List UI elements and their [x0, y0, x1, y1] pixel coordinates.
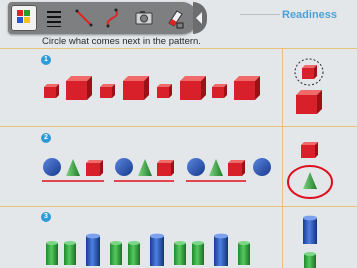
blue-cylinder [214, 233, 228, 266]
line-tool-icon[interactable] [71, 5, 97, 31]
large-cube [123, 76, 149, 100]
pattern-row-1 [44, 76, 260, 100]
large-cube [234, 76, 260, 100]
green-cylinder [238, 241, 250, 265]
blue-cylinder [150, 233, 164, 266]
camera-icon[interactable] [131, 5, 157, 31]
shapes-scene [42, 58, 333, 268]
eraser-icon[interactable] [161, 5, 187, 31]
choices-1[interactable] [294, 58, 324, 114]
cube [157, 160, 174, 176]
cone [138, 159, 152, 176]
worksheet-page: Readiness Circle what comes next in the … [0, 0, 357, 268]
small-cube [157, 84, 172, 98]
green-cylinder [128, 241, 140, 265]
pattern-row-2 [42, 158, 271, 182]
chevron-left-icon [196, 12, 202, 24]
small-cube-choice[interactable] [302, 65, 317, 79]
cone [209, 159, 223, 176]
annotation-toolbar [8, 2, 198, 34]
large-cube [66, 76, 92, 100]
sphere [253, 158, 271, 176]
blue-cylinder-choice[interactable] [303, 215, 317, 244]
choices-3[interactable] [303, 215, 317, 268]
small-cube [212, 84, 227, 98]
green-cylinder [110, 241, 122, 265]
cube [228, 160, 245, 176]
sphere [115, 158, 133, 176]
color-palette-icon[interactable] [11, 5, 37, 31]
choices-2[interactable] [287, 142, 333, 199]
menu-lines-icon[interactable] [41, 5, 67, 31]
green-cylinder [64, 241, 76, 265]
small-cube [100, 84, 115, 98]
large-cube-choice[interactable] [296, 90, 322, 114]
sphere [187, 158, 205, 176]
large-cube [180, 76, 206, 100]
cube [86, 160, 103, 176]
green-cylinder [192, 241, 204, 265]
blue-cylinder [86, 233, 100, 266]
sphere [43, 158, 61, 176]
small-cube [44, 84, 59, 98]
green-cylinder-choice[interactable] [304, 252, 316, 268]
cube-choice[interactable] [301, 142, 318, 158]
curve-tool-icon[interactable] [101, 5, 127, 31]
green-cylinder [46, 241, 58, 265]
green-cylinder [174, 241, 186, 265]
toolbar-collapse-tab[interactable] [193, 2, 207, 34]
pattern-row-3 [46, 233, 250, 266]
cone [66, 159, 80, 176]
cone-choice[interactable] [303, 172, 317, 189]
